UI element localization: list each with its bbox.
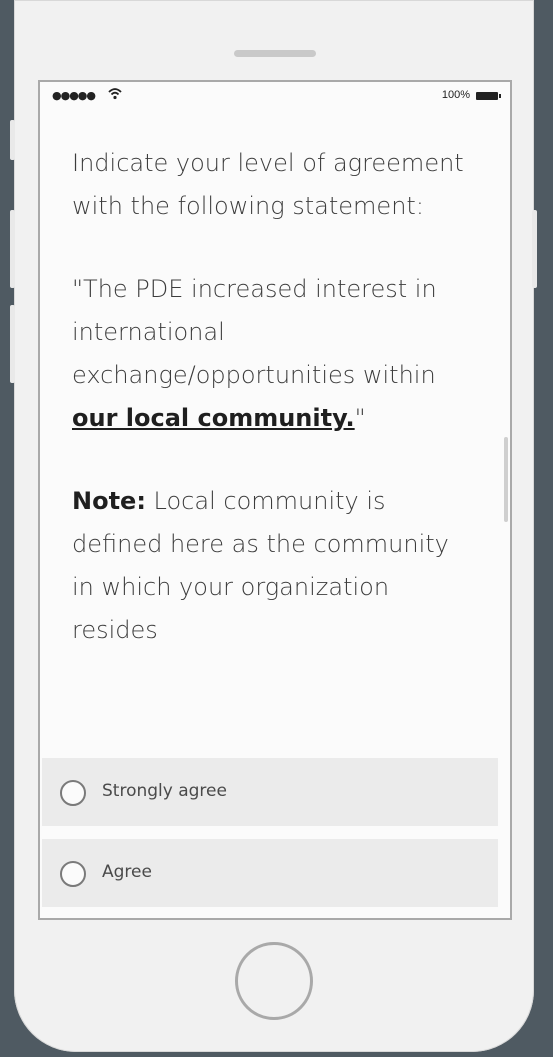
phone-screen: ●●●●● 100% Indicate your level of agreem…: [38, 80, 512, 920]
question-statement: "The PDE increased interest in internati…: [72, 268, 472, 440]
volume-up-button: [10, 210, 15, 288]
option-label: Agree: [102, 862, 152, 882]
volume-down-button: [10, 305, 15, 383]
speaker-grille: [234, 50, 316, 57]
question-prompt: Indicate your level of agreement with th…: [72, 149, 464, 220]
scrollbar[interactable]: [504, 112, 508, 912]
option-label: Strongly agree: [102, 781, 227, 801]
signal-strength: ●●●●●: [52, 89, 96, 102]
radio-button[interactable]: [60, 780, 86, 806]
battery-percentage: 100%: [441, 89, 470, 101]
silent-switch: [10, 120, 15, 160]
statement-text: "The PDE increased interest in internati…: [72, 275, 437, 389]
power-button: [532, 210, 537, 288]
statement-emphasis: our local community.: [72, 404, 355, 432]
survey-question: Indicate your level of agreement with th…: [72, 142, 472, 692]
radio-button[interactable]: [60, 861, 86, 887]
scrollbar-thumb[interactable]: [504, 437, 508, 522]
home-button[interactable]: [235, 942, 313, 1020]
option-strongly-agree[interactable]: Strongly agree: [42, 758, 498, 826]
status-bar: ●●●●● 100%: [40, 82, 510, 112]
option-agree[interactable]: Agree: [42, 839, 498, 907]
battery-icon: [476, 92, 501, 100]
statement-close-quote: ": [354, 404, 366, 432]
note-label: Note:: [72, 487, 146, 515]
question-note: Note: Local community is defined here as…: [72, 480, 472, 652]
wifi-icon: [108, 88, 122, 100]
